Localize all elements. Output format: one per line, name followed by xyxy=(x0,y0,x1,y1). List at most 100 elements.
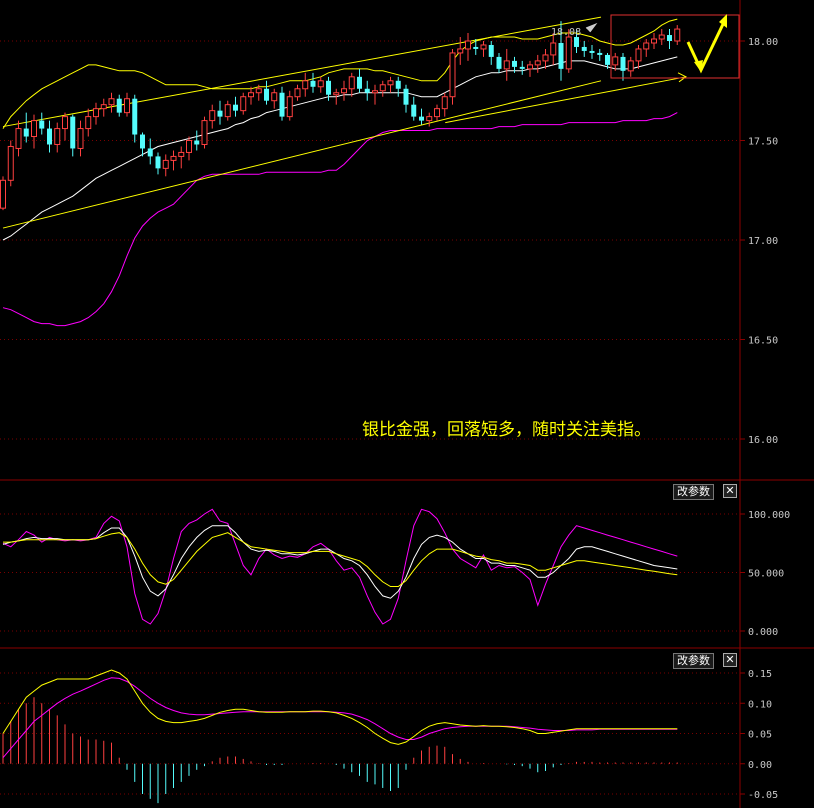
close-icon-oscillator[interactable]: ✕ xyxy=(723,484,737,498)
candle-body xyxy=(317,80,324,88)
candle-body xyxy=(209,110,216,122)
candle-body xyxy=(100,104,107,110)
candle-body xyxy=(279,92,285,117)
macd-tick-label: 0.15 xyxy=(748,669,772,680)
candle-body xyxy=(15,128,22,149)
candle-body xyxy=(233,104,238,111)
candle-body xyxy=(457,48,464,54)
candle-body xyxy=(132,98,138,135)
candle-body xyxy=(643,42,650,50)
candle-body xyxy=(651,38,657,44)
candle-body xyxy=(612,56,619,66)
candle xyxy=(0,176,6,211)
candle-body xyxy=(310,80,316,87)
candle-body xyxy=(605,54,610,65)
candle-body xyxy=(372,90,378,94)
params-button-oscillator[interactable]: 改参数 xyxy=(673,484,714,500)
candle-body xyxy=(512,60,517,67)
oscillator-tick-label: 0.000 xyxy=(748,627,778,638)
candle-body xyxy=(54,128,61,145)
candle-body xyxy=(302,80,309,90)
price-annotation: 18.08 xyxy=(551,27,581,38)
candle-body xyxy=(449,52,456,98)
candle-body xyxy=(217,110,223,117)
candle-body xyxy=(426,116,433,122)
candle-body xyxy=(589,50,595,53)
background xyxy=(0,0,814,808)
candle-body xyxy=(364,88,370,93)
candle-body xyxy=(597,52,603,55)
candle-body xyxy=(581,46,587,51)
candle xyxy=(7,140,14,187)
candle-body xyxy=(667,35,672,41)
candle-body xyxy=(480,44,487,50)
candle-body xyxy=(496,56,502,69)
candle-body xyxy=(333,92,340,96)
candle-body xyxy=(411,104,417,117)
chart-canvas: 18.00 17.50 17.00 16.50 16.00 100.000 50.000 0.… xyxy=(0,0,814,808)
candle-body xyxy=(395,80,401,89)
price-tick-label: 16.50 xyxy=(748,336,778,347)
candle-body xyxy=(140,134,145,149)
candle-body xyxy=(558,42,564,69)
macd-tick-label: 0.00 xyxy=(748,760,772,771)
price-tick-label: 16.00 xyxy=(748,435,778,446)
candle-body xyxy=(341,88,347,94)
candle-body xyxy=(255,88,262,94)
candle-body xyxy=(47,128,52,145)
candle-body xyxy=(434,108,440,118)
candle-body xyxy=(658,34,665,40)
candle-body xyxy=(387,80,394,86)
candle-body xyxy=(240,96,247,112)
candle xyxy=(201,116,208,149)
candle-body xyxy=(574,37,579,47)
macd-tick-label: 0.05 xyxy=(748,730,772,741)
candle-body xyxy=(286,96,293,118)
candle-body xyxy=(194,140,200,145)
candle-body xyxy=(620,56,626,71)
candle-body xyxy=(674,28,681,42)
candle-body xyxy=(348,76,355,90)
macd-tick-label: 0.10 xyxy=(748,699,772,710)
oscillator-tick-label: 50.000 xyxy=(748,569,784,580)
candle-body xyxy=(23,128,29,137)
candle-body xyxy=(294,88,301,98)
candle-body xyxy=(248,92,254,98)
candle-body xyxy=(155,156,161,169)
candle-body xyxy=(70,116,76,149)
candle-body xyxy=(379,84,386,92)
candle-body xyxy=(39,120,45,129)
candle-body xyxy=(565,36,572,70)
candle-body xyxy=(116,98,122,113)
candle-body xyxy=(627,60,634,72)
candle-body xyxy=(147,148,153,157)
candle-body xyxy=(0,179,6,209)
candle-body xyxy=(124,98,130,114)
candle-body xyxy=(77,128,84,149)
close-icon-macd[interactable]: ✕ xyxy=(723,653,737,667)
candle-body xyxy=(178,151,185,157)
candle-body xyxy=(503,60,510,70)
candle-body xyxy=(441,96,448,110)
candle-body xyxy=(224,104,231,118)
price-tick-label: 17.00 xyxy=(748,236,778,247)
candle-body xyxy=(550,42,557,56)
candle-body xyxy=(62,116,68,130)
candle-body xyxy=(186,140,192,153)
params-button-macd[interactable]: 改参数 xyxy=(673,653,714,669)
candle-body xyxy=(271,92,278,102)
candle-body xyxy=(635,48,642,62)
candle-body xyxy=(542,54,549,62)
candle-body xyxy=(527,64,533,70)
price-tick-label: 18.00 xyxy=(748,37,778,48)
candle-body xyxy=(85,116,92,130)
oscillator-tick-label: 100.000 xyxy=(748,510,790,521)
candle-body xyxy=(357,76,362,89)
candle-body xyxy=(473,46,479,49)
candle-body xyxy=(162,159,169,169)
candle-body xyxy=(170,155,177,161)
candle-body xyxy=(465,40,471,50)
candle-body xyxy=(403,88,409,105)
candle-body xyxy=(201,120,208,145)
candle-body xyxy=(419,116,424,121)
